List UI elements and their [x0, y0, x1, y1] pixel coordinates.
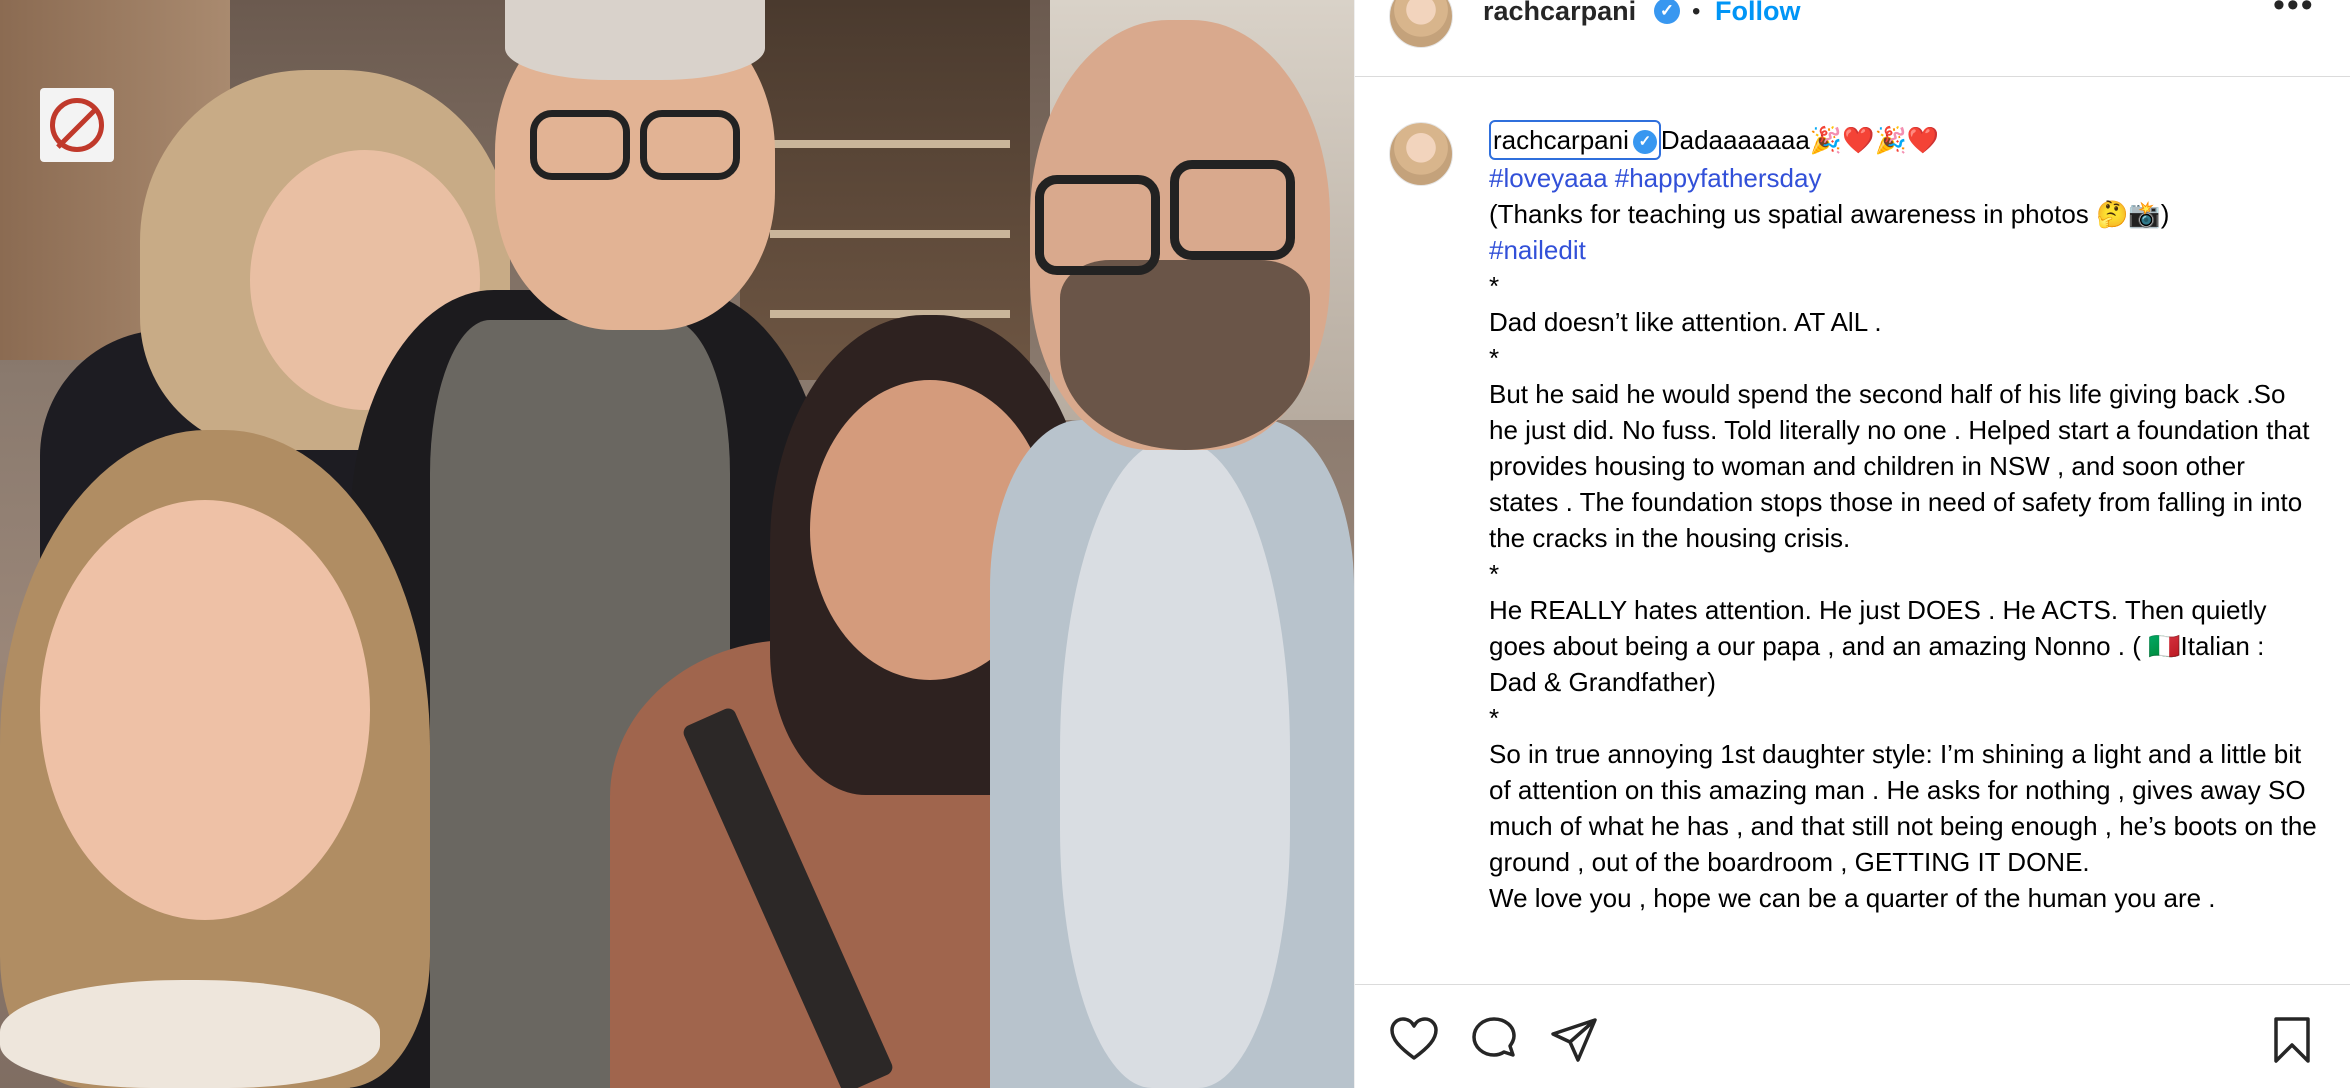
hashtags-line-1[interactable]: #loveyaaa #happyfathersday: [1489, 160, 2319, 196]
glasses: [640, 110, 740, 180]
caption-scroll-area[interactable]: rachcarpani ✓ Dadaaaaaaa🎉❤️🎉❤️ #loveyaaa #…: [1355, 76, 2350, 984]
person-woman-front-face: [40, 500, 370, 920]
caption-paragraph-2: But he said he would spend the second ha…: [1489, 379, 2317, 553]
caption-thanks: (Thanks for teaching us spatial awarenes…: [1489, 199, 2170, 229]
action-bar: [1355, 984, 2350, 1089]
caption-paragraph-4: So in true annoying 1st daughter style: …: [1489, 739, 2324, 877]
caption-star: *: [1489, 271, 1500, 301]
comment-bubble-icon[interactable]: [1469, 1015, 1519, 1065]
post-photo[interactable]: [0, 0, 1354, 1088]
caption-paragraph-3: He REALLY hates attention. He just DOES …: [1489, 595, 2274, 697]
caption-paragraph-1: Dad doesn’t like attention. AT AlL .: [1489, 307, 1882, 337]
caption-paragraph-5: We love you , hope we can be a quarter o…: [1489, 883, 2216, 913]
photo-shelf: [770, 230, 1010, 238]
no-smoking-sign: [40, 88, 114, 162]
person-woman-front-sweater: [0, 980, 380, 1088]
glasses: [530, 110, 630, 180]
glasses: [1035, 175, 1160, 275]
caption-first-text: Dadaaaaaaa🎉❤️🎉❤️: [1660, 125, 1940, 155]
header-username[interactable]: rachcarpani: [1483, 0, 1636, 27]
person-man-right-shirt: [1060, 440, 1290, 1088]
caption-star: *: [1489, 703, 1500, 733]
photo-shelf: [770, 140, 1010, 148]
follow-button[interactable]: Follow: [1715, 0, 1800, 27]
paper-plane-icon[interactable]: [1549, 1015, 1599, 1065]
bookmark-icon[interactable]: [2267, 1015, 2317, 1065]
post-header: rachcarpani ✓ • Follow •••: [1355, 0, 2350, 77]
profile-avatar[interactable]: [1389, 0, 1453, 48]
more-options-icon[interactable]: •••: [2273, 0, 2315, 25]
heart-icon[interactable]: [1389, 1015, 1439, 1065]
caption-username-focused[interactable]: rachcarpani ✓: [1489, 120, 1661, 160]
caption-avatar[interactable]: [1389, 122, 1453, 186]
person-older-man-hair: [505, 0, 765, 80]
post-side-panel: rachcarpani ✓ • Follow ••• rachcarpani ✓ D…: [1354, 0, 2350, 1088]
verified-badge-icon: ✓: [1654, 0, 1680, 24]
person-man-right-beard: [1060, 260, 1310, 450]
caption: rachcarpani ✓ Dadaaaaaaa🎉❤️🎉❤️ #loveyaaa #…: [1489, 120, 2319, 916]
caption-star: *: [1489, 343, 1500, 373]
photo-shelf: [770, 310, 1010, 318]
caption-username[interactable]: rachcarpani: [1493, 125, 1629, 155]
caption-first-line: rachcarpani ✓ Dadaaaaaaa🎉❤️🎉❤️: [1489, 120, 2319, 160]
separator-dot: •: [1692, 0, 1701, 25]
hashtags-line-2[interactable]: #nailedit: [1489, 232, 2319, 268]
caption-star: *: [1489, 559, 1500, 589]
glasses: [1170, 160, 1295, 260]
caption-verified-badge-icon: ✓: [1632, 130, 1657, 155]
